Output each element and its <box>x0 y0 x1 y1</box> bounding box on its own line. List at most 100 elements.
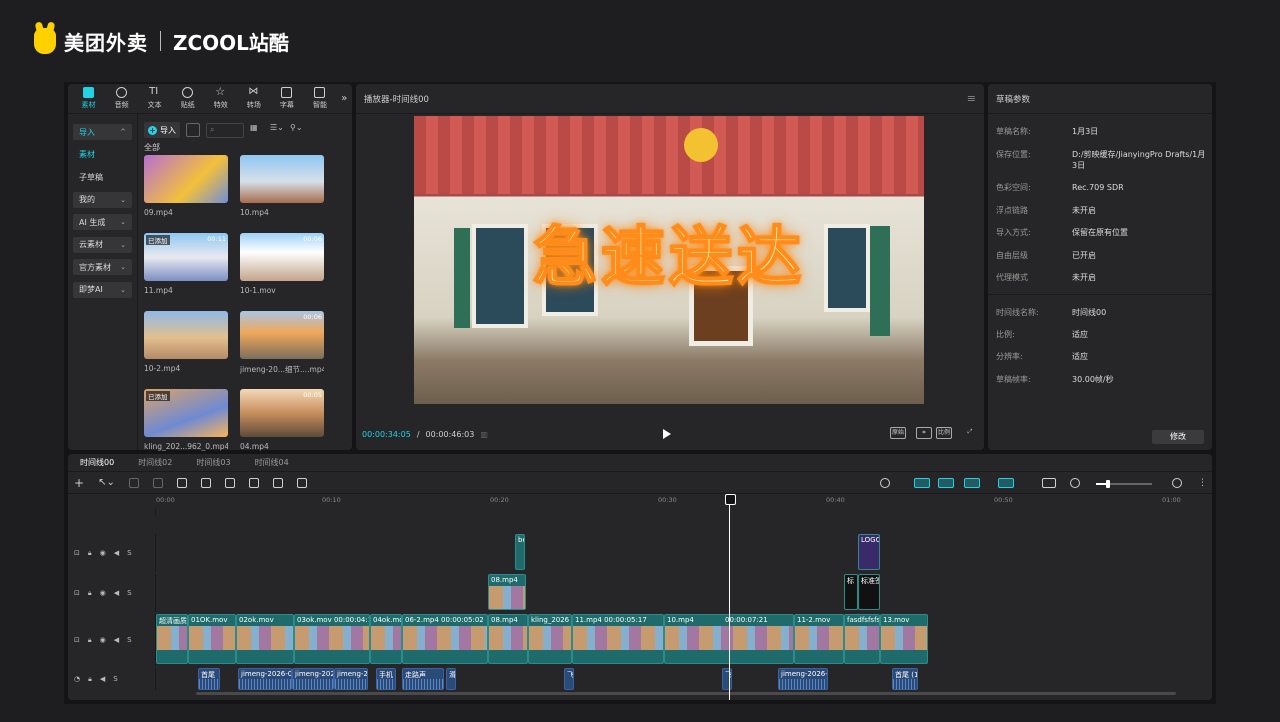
media-thumbnail[interactable]: 09.mp4 <box>144 155 228 233</box>
frame-grid-icon[interactable]: ▥ <box>480 430 488 439</box>
modify-button[interactable]: 修改 <box>1152 430 1204 444</box>
screen-icon[interactable] <box>1042 477 1056 488</box>
track-cover-icon[interactable]: ⊡ <box>74 549 80 557</box>
timeline-clip[interactable]: 02ok.mov <box>236 614 294 664</box>
undo-icon[interactable] <box>128 477 139 488</box>
timeline-clip[interactable]: 01OK.mov <box>188 614 236 664</box>
zoom-in-icon[interactable] <box>1172 477 1182 488</box>
shield-icon[interactable] <box>272 477 283 488</box>
play-icon[interactable] <box>663 429 671 439</box>
eye-icon[interactable]: ◉ <box>100 589 106 597</box>
tab-timeline04[interactable]: 时间线04 <box>243 457 301 468</box>
solo-icon[interactable]: S <box>127 589 131 597</box>
zoom-slider[interactable] <box>1096 480 1152 488</box>
tab-smart[interactable]: 智能 <box>303 84 336 113</box>
eye-icon[interactable]: ◉ <box>100 549 106 557</box>
audio-track-icon[interactable]: ◔ <box>74 675 80 683</box>
timeline-clip[interactable]: LOGO <box>858 534 880 570</box>
timeline-clip[interactable]: 标准签 <box>858 574 880 610</box>
tab-effects[interactable]: ☆ 特效 <box>204 84 237 113</box>
select-tool-icon[interactable]: ↖⌄ <box>98 477 115 488</box>
sidebar-item-jimeng[interactable]: 即梦AI ⌄ <box>73 281 132 298</box>
timeline-scrollbar[interactable] <box>196 692 1176 695</box>
track-cover-icon[interactable]: ⊡ <box>74 589 80 597</box>
original-button[interactable]: 原始 <box>890 427 906 439</box>
timeline-clip[interactable]: 13.mov <box>880 614 928 664</box>
audio-clip[interactable]: 首尾 <box>198 668 220 690</box>
track-cover-icon[interactable]: ⊡ <box>74 636 80 644</box>
audio-clip[interactable]: 飞 <box>564 668 574 690</box>
tab-media[interactable]: 素材 <box>72 84 105 113</box>
tab-subtitle[interactable]: 字幕 <box>270 84 303 113</box>
link-main-icon[interactable] <box>914 477 930 488</box>
lock-icon[interactable]: 🔒︎ <box>88 636 92 645</box>
media-thumbnail[interactable]: 10-2.mp4 <box>144 311 228 389</box>
audio-clip[interactable]: 首尾 (1 <box>892 668 918 690</box>
split-icon[interactable] <box>176 477 187 488</box>
ratio-button[interactable]: 比例 <box>936 427 952 439</box>
timeline-clip[interactable]: 标 <box>844 574 858 610</box>
audio-clip[interactable]: 滑 <box>446 668 456 690</box>
sidebar-item-mine[interactable]: 我的 ⌄ <box>73 191 132 208</box>
caption-icon[interactable] <box>296 477 307 488</box>
timeline-clip[interactable]: 11.mp4 00:00:05:17 <box>572 614 664 664</box>
tab-timeline03[interactable]: 时间线03 <box>184 457 242 468</box>
audio-clip[interactable]: jimeng-2026-0 <box>778 668 828 690</box>
timeline-clip[interactable]: fasdfsfsfs <box>844 614 880 664</box>
tab-sticker[interactable]: 贴纸 <box>171 84 204 113</box>
audio-clip[interactable]: jimeng-202 <box>292 668 334 690</box>
redo-icon[interactable] <box>152 477 163 488</box>
search-input[interactable]: ⌕ <box>206 122 244 138</box>
sidebar-item-media[interactable]: 素材 <box>73 147 132 163</box>
zoom-out-icon[interactable] <box>1070 477 1080 488</box>
linkage-icon[interactable] <box>964 477 980 488</box>
fullscreen-icon[interactable]: ⤢ <box>962 427 978 439</box>
filter-icon[interactable]: ⚲⌄ <box>290 123 304 137</box>
lock-icon[interactable]: 🔒︎ <box>88 549 92 558</box>
audio-clip[interactable]: 手机 <box>376 668 396 690</box>
speaker-icon[interactable]: ◀ <box>114 549 119 557</box>
menu-icon[interactable]: ≡ <box>967 92 976 105</box>
sort-icon[interactable]: ☰⌄ <box>270 123 284 137</box>
timeline-clip[interactable]: 08.mp4 <box>488 574 526 610</box>
lock-icon[interactable]: 🔒︎ <box>88 589 92 598</box>
snap-icon[interactable] <box>938 477 954 488</box>
media-thumbnail[interactable]: 00:06 10-1.mov <box>240 233 324 311</box>
timeline-clip[interactable]: kling_2026 <box>528 614 572 664</box>
speaker-icon[interactable]: ◀ <box>114 636 119 644</box>
speaker-icon[interactable]: ◀ <box>114 589 119 597</box>
more-tabs-icon[interactable]: » <box>337 84 353 113</box>
timeline-ruler[interactable]: 00:00 00:10 00:20 00:30 00:40 00:50 01:0… <box>156 494 1212 506</box>
trim-left-icon[interactable] <box>200 477 211 488</box>
more-icon[interactable]: ⋮ <box>1198 478 1207 488</box>
media-thumbnail[interactable]: 10.mp4 <box>240 155 324 233</box>
media-thumbnail[interactable]: 已添加 00:11 11.mp4 <box>144 233 228 311</box>
timeline-clip[interactable]: be <box>515 534 525 570</box>
mic-icon[interactable] <box>880 477 890 488</box>
tab-timeline02[interactable]: 时间线02 <box>126 457 184 468</box>
solo-icon[interactable]: S <box>127 549 131 557</box>
qr-icon[interactable] <box>186 123 200 137</box>
audio-clip[interactable]: 走路声 <box>402 668 444 690</box>
video-preview[interactable]: 急速送达 <box>414 116 924 404</box>
playhead[interactable] <box>725 494 736 700</box>
tab-timeline00[interactable]: 时间线00 <box>68 457 126 468</box>
eye-icon[interactable]: ◉ <box>100 636 106 644</box>
audio-clip[interactable]: jimeng-2 <box>334 668 368 690</box>
timeline-clip[interactable]: 04ok.mo <box>370 614 402 664</box>
sidebar-item-official[interactable]: 官方素材 ⌄ <box>73 259 132 275</box>
sidebar-item-import[interactable]: 导入 ^ <box>73 124 132 140</box>
fit-icon[interactable]: ⌗ <box>916 427 932 439</box>
solo-icon[interactable]: S <box>113 675 117 683</box>
speaker-icon[interactable]: ◀ <box>100 675 105 683</box>
tab-audio[interactable]: 音频 <box>105 84 138 113</box>
preview-axis-icon[interactable] <box>998 477 1014 488</box>
timeline-clip[interactable]: 超清画质 <box>156 614 188 664</box>
sidebar-item-cloud[interactable]: 云素材 ⌄ <box>73 236 132 253</box>
sidebar-item-ai-generate[interactable]: AI 生成 ⌄ <box>73 214 132 230</box>
delete-icon[interactable] <box>248 477 259 488</box>
timeline-clip[interactable]: 11-2.mov <box>794 614 844 664</box>
lock-icon[interactable]: 🔒︎ <box>88 675 92 684</box>
tab-transition[interactable]: ⋈ 转场 <box>237 84 270 113</box>
audio-clip[interactable]: 飞 <box>722 668 732 690</box>
